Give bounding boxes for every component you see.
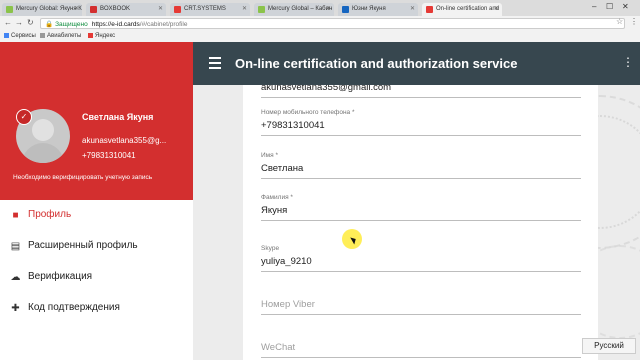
- minimize-icon[interactable]: –: [592, 2, 596, 11]
- cloud-upload-icon: ☁: [10, 272, 21, 283]
- bookmarks-bar: Сервисы Авиабилеты Яндекс: [0, 31, 640, 42]
- tab-label: Mercury Global: Якуня К: [16, 6, 82, 12]
- wechat-field[interactable]: WeChat: [261, 342, 581, 358]
- close-icon[interactable]: ✕: [410, 3, 415, 16]
- tab-label: Mercury Global – Кабин: [268, 6, 333, 12]
- browser-tab-strip: Mercury Global: Якуня К ✕ BOXBOOK ✕ CRT.…: [0, 0, 640, 16]
- close-icon[interactable]: ✕: [494, 3, 499, 16]
- tab-label: Юзни Якуня: [352, 6, 386, 12]
- browser-menu-icon[interactable]: ⋮: [630, 17, 638, 26]
- url-path: /#/cabinet/profile: [139, 21, 188, 28]
- close-icon[interactable]: ✕: [326, 3, 331, 16]
- forward-arrow-icon[interactable]: →: [15, 18, 23, 27]
- address-bar[interactable]: 🔒 Защищено https://e-id.cards/#/cabinet/pr…: [40, 18, 625, 29]
- sidebar-item-extended-profile[interactable]: ▤ Расширенный профиль: [0, 233, 193, 261]
- browser-tab[interactable]: Mercury Global – Кабин ✕: [254, 3, 334, 16]
- browser-tab[interactable]: CRT.SYSTEMS ✕: [170, 3, 250, 16]
- person-add-icon: ✚: [11, 303, 20, 314]
- sidebar-item-confirmation-code[interactable]: ✚ Код подтверждения: [0, 295, 193, 323]
- skype-field[interactable]: Skype yuliya_9210: [261, 245, 581, 272]
- tab-favicon-icon: [426, 6, 433, 13]
- language-indicator[interactable]: Русский: [582, 338, 636, 354]
- browser-tab-active[interactable]: On-line certification and ✕: [422, 3, 502, 16]
- profile-card: ✓ Светлана Якуня akunasvetlana355@g... +…: [0, 42, 193, 200]
- close-icon[interactable]: ✕: [74, 3, 79, 16]
- secure-label: Защищено: [55, 21, 88, 28]
- tab-favicon-icon: [258, 6, 265, 13]
- wechat-placeholder: WeChat: [261, 342, 296, 353]
- sidebar-item-label: Верификация: [28, 271, 93, 282]
- phone-field[interactable]: Номер мобильного телефона * +79831310041: [261, 109, 581, 136]
- reload-icon[interactable]: ↻: [27, 18, 34, 27]
- user-phone: +79831310041: [82, 151, 136, 160]
- tab-label: BOXBOOK: [100, 6, 131, 12]
- first-name-label: Имя *: [261, 152, 278, 159]
- phone-value: +79831310041: [261, 120, 325, 131]
- sidebar-item-label: Профиль: [28, 209, 72, 220]
- page-icon: [40, 32, 45, 38]
- bookmark-services[interactable]: Сервисы: [4, 31, 36, 42]
- sidebar-item-verification[interactable]: ☁ Верификация: [0, 264, 193, 292]
- apps-icon: [4, 32, 9, 38]
- close-icon[interactable]: ✕: [242, 3, 247, 16]
- viber-field[interactable]: Номер Viber: [261, 299, 581, 315]
- skype-value: yuliya_9210: [261, 256, 312, 267]
- browser-toolbar: ← → ↻ 🔒 Защищено https://e-id.cards/#/cabi…: [0, 16, 640, 32]
- screen: Mercury Global: Якуня К ✕ BOXBOOK ✕ CRT.…: [0, 0, 640, 360]
- skype-label: Skype: [261, 245, 280, 252]
- surname-value: Якуня: [261, 205, 288, 216]
- surname-field[interactable]: Фамилия * Якуня: [261, 194, 581, 221]
- verified-check-icon: ✓: [16, 109, 32, 125]
- bookmark-yandex[interactable]: Яндекс: [88, 31, 115, 42]
- browser-tab[interactable]: BOXBOOK ✕: [86, 3, 166, 16]
- url-host: https://e-id.cards: [91, 21, 140, 28]
- tab-favicon-icon: [6, 6, 13, 13]
- viber-placeholder: Номер Viber: [261, 299, 315, 310]
- phone-label: Номер мобильного телефона *: [261, 109, 355, 116]
- lock-icon: 🔒: [45, 21, 54, 28]
- sidebar-item-label: Код подтверждения: [28, 302, 120, 313]
- close-window-icon[interactable]: ✕: [622, 2, 629, 11]
- tab-favicon-icon: [342, 6, 349, 13]
- id-card-icon: ▤: [10, 241, 21, 252]
- tab-favicon-icon: [90, 6, 97, 13]
- browser-tab[interactable]: Mercury Global: Якуня К ✕: [2, 3, 82, 16]
- user-name: Светлана Якуня: [82, 112, 154, 122]
- person-icon: ■: [12, 210, 19, 221]
- yandex-icon: [88, 32, 93, 38]
- tab-label: On-line certification and: [436, 6, 500, 12]
- email-value: akunasvetlana355@gmail.com: [261, 85, 392, 93]
- menu-icon[interactable]: [209, 57, 221, 69]
- surname-label: Фамилия *: [261, 194, 293, 201]
- sidebar: ✓ Светлана Якуня akunasvetlana355@g... +…: [0, 42, 193, 360]
- verify-account-note[interactable]: Необходимо верифицировать учетную запись: [13, 174, 152, 181]
- sidebar-item-label: Расширенный профиль: [28, 240, 138, 251]
- maximize-icon[interactable]: ☐: [606, 2, 613, 11]
- app-header: On-line certification and authorization …: [193, 42, 640, 85]
- first-name-value: Светлана: [261, 163, 304, 174]
- app-title: On-line certification and authorization …: [235, 56, 518, 71]
- close-icon[interactable]: ✕: [158, 3, 163, 16]
- bookmark-star-icon[interactable]: ☆: [616, 17, 623, 26]
- main-content: akunasvetlana355@gmail.com Номер мобильн…: [193, 85, 640, 360]
- user-email: akunasvetlana355@g...: [82, 136, 167, 145]
- browser-tab[interactable]: Юзни Якуня ✕: [338, 3, 418, 16]
- back-arrow-icon[interactable]: ←: [4, 18, 12, 27]
- tab-label: CRT.SYSTEMS: [184, 6, 226, 12]
- more-vert-icon[interactable]: ⋮: [622, 55, 634, 69]
- sidebar-item-profile[interactable]: ■ Профиль: [0, 202, 193, 230]
- profile-form: akunasvetlana355@gmail.com Номер мобильн…: [243, 85, 598, 360]
- bookmark-aviatickets[interactable]: Авиабилеты: [40, 31, 81, 42]
- tab-favicon-icon: [174, 6, 181, 13]
- email-field[interactable]: akunasvetlana355@gmail.com: [261, 85, 581, 98]
- first-name-field[interactable]: Имя * Светлана: [261, 152, 581, 179]
